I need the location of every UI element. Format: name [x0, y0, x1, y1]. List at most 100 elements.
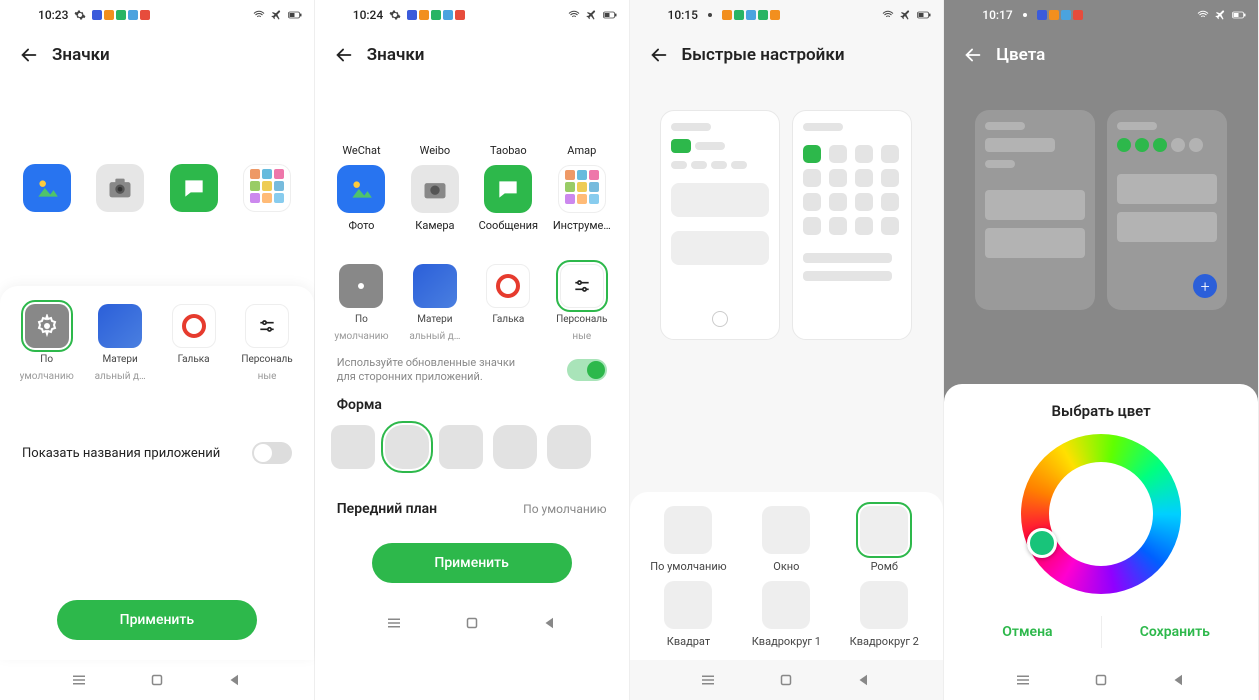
page-title: Значки	[367, 45, 425, 65]
status-bar: 10:24	[315, 0, 629, 30]
status-indicators	[92, 10, 150, 20]
shape-2[interactable]	[385, 425, 429, 469]
use-updated-toggle[interactable]	[567, 359, 607, 381]
nav-back-icon[interactable]	[855, 671, 873, 689]
color-preview-card-1	[975, 110, 1095, 310]
qs-opt-window[interactable]: Окно	[741, 506, 831, 573]
nav-bar	[944, 660, 1258, 700]
options-sheet: По умолчанию Матери альный д… Галька Пер…	[315, 246, 629, 603]
style-custom[interactable]: Персональ ные	[549, 264, 615, 342]
screen-colors: 10:17 Цвета	[944, 0, 1259, 700]
color-thumb[interactable]	[1027, 528, 1057, 558]
color-wheel[interactable]	[1021, 434, 1181, 594]
status-time: 10:17	[982, 8, 1012, 22]
icon-amap: Amap	[547, 144, 617, 157]
shape-1[interactable]	[331, 425, 375, 469]
style-custom[interactable]: Персональ ные	[234, 304, 300, 382]
screen-icons-1: 10:23 Значки По умолчанию	[0, 0, 315, 700]
back-arrow-icon[interactable]	[962, 44, 984, 66]
color-picker-title: Выбрать цвет	[944, 402, 1258, 420]
page-title: Цвета	[996, 45, 1045, 65]
gear-icon	[349, 274, 373, 298]
nav-home-icon[interactable]	[777, 671, 795, 689]
status-indicators	[1037, 10, 1083, 20]
shape-3[interactable]	[439, 425, 483, 469]
preview-tools	[232, 164, 302, 212]
shape-5[interactable]	[547, 425, 591, 469]
camera-icon	[421, 175, 449, 203]
nav-back-icon[interactable]	[541, 614, 559, 632]
qs-opt-rhomb[interactable]: Ромб	[839, 506, 929, 573]
foreground-row[interactable]: Передний план По умолчанию	[315, 491, 629, 527]
style-material[interactable]: Матери альный д…	[402, 264, 468, 342]
qs-opt-square[interactable]: Квадрат	[643, 581, 733, 648]
color-preview-area: +	[944, 80, 1258, 374]
apply-button[interactable]: Применить	[372, 543, 572, 583]
wifi-icon	[567, 9, 581, 21]
status-time: 10:23	[38, 8, 68, 22]
style-material[interactable]: Матери альный д…	[87, 304, 153, 382]
style-pebble[interactable]: Галька	[161, 304, 227, 382]
icon-tools: Инструме…	[547, 165, 617, 232]
gear-icon	[1019, 9, 1031, 21]
folder-icon	[558, 165, 606, 213]
nav-menu-icon[interactable]	[385, 614, 403, 632]
photos-icon	[34, 175, 60, 201]
foreground-label: Передний план	[337, 501, 437, 517]
status-time: 10:15	[668, 8, 698, 22]
preview-row-2: Фото Камера Сообщения Инструме…	[315, 161, 629, 236]
status-bar: 10:17	[944, 0, 1258, 30]
icon-messages: Сообщения	[473, 165, 543, 232]
nav-bar	[630, 660, 944, 700]
qs-options-sheet: По умолчанию Окно Ромб Квадрат Квадрокру…	[630, 492, 944, 660]
style-option-row: По умолчанию Матери альный д… Галька Пер…	[0, 300, 314, 392]
cancel-button[interactable]: Отмена	[954, 616, 1100, 648]
nav-back-icon[interactable]	[1170, 671, 1188, 689]
back-arrow-icon[interactable]	[18, 44, 40, 66]
nav-back-icon[interactable]	[226, 671, 244, 689]
status-indicators	[722, 10, 780, 20]
nav-menu-icon[interactable]	[70, 671, 88, 689]
show-app-names-toggle[interactable]	[252, 442, 292, 464]
icon-weibo: Weibo	[400, 144, 470, 157]
icon-camera: Камера	[400, 165, 470, 232]
icon-taobao: Taobao	[473, 144, 543, 157]
nav-menu-icon[interactable]	[699, 671, 717, 689]
circle-icon	[182, 314, 206, 338]
shape-4[interactable]	[493, 425, 537, 469]
qs-opt-squaround2[interactable]: Квадрокруг 2	[839, 581, 929, 648]
style-default[interactable]: По умолчанию	[328, 264, 394, 342]
screen-icons-2: 10:24 Значки WeChat Weibo Taobao Amap Фо…	[315, 0, 630, 700]
icon-wechat: WeChat	[326, 144, 396, 157]
header: Значки	[0, 30, 314, 80]
battery-icon	[917, 9, 931, 21]
back-arrow-icon[interactable]	[333, 44, 355, 66]
preview-camera	[85, 164, 155, 212]
message-icon	[181, 175, 207, 201]
gear-icon	[389, 9, 401, 21]
page-title: Быстрые настройки	[682, 45, 845, 65]
preview-row-1: WeChat Weibo Taobao Amap	[315, 140, 629, 161]
header: Цвета	[944, 30, 1258, 80]
material-icon	[98, 304, 142, 348]
nav-home-icon[interactable]	[463, 614, 481, 632]
screen-quick-settings: 10:15 Быстрые настройки	[630, 0, 945, 700]
apply-button[interactable]: Применить	[57, 600, 257, 640]
save-button[interactable]: Сохранить	[1101, 616, 1248, 648]
nav-home-icon[interactable]	[1092, 671, 1110, 689]
nav-home-icon[interactable]	[148, 671, 166, 689]
message-icon	[495, 176, 521, 202]
qs-opt-squaround1[interactable]: Квадрокруг 1	[741, 581, 831, 648]
qs-opt-default[interactable]: По умолчанию	[643, 506, 733, 573]
airplane-icon	[1214, 9, 1228, 21]
airplane-icon	[585, 9, 599, 21]
options-sheet: По умолчанию Матери альный д… Галька Пер…	[0, 286, 314, 660]
battery-icon	[603, 9, 617, 21]
icon-photos: Фото	[326, 165, 396, 232]
style-default[interactable]: По умолчанию	[14, 304, 80, 382]
battery-icon	[1232, 9, 1246, 21]
show-app-names-row: Показать названия приложений	[0, 432, 314, 474]
nav-menu-icon[interactable]	[1014, 671, 1032, 689]
style-pebble[interactable]: Галька	[475, 264, 541, 342]
back-arrow-icon[interactable]	[648, 44, 670, 66]
